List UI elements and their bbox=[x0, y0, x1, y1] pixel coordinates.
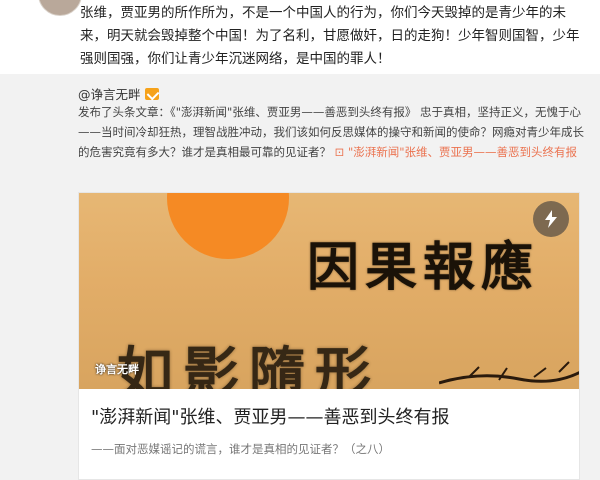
author-name[interactable]: @诤言无畔 bbox=[78, 84, 141, 103]
lightning-icon bbox=[545, 210, 557, 228]
branch-decoration bbox=[439, 361, 579, 385]
article-card[interactable]: 因果報應 如影隨形 诤言无畔 "澎湃新闻"张维、贾亚男——善恶到头终有报 ——面… bbox=[78, 192, 580, 480]
article-title[interactable]: "澎湃新闻"张维、贾亚男——善恶到头终有报 bbox=[91, 403, 571, 429]
sun-shape bbox=[167, 193, 289, 259]
comment-text: 张维，贾亚男的所作所为，不是一个中国人的行为，你们今天毁掉的是青少年的未来，明天… bbox=[80, 5, 580, 67]
comment-block: 张维，贾亚男的所作所为，不是一个中国人的行为，你们今天毁掉的是青少年的未来，明天… bbox=[0, 0, 600, 74]
article-link[interactable]: "澎湃新闻"张维、贾亚男——善恶到头终有报 bbox=[348, 145, 577, 159]
verified-badge-icon bbox=[144, 87, 159, 100]
share-lightning-button[interactable] bbox=[533, 201, 569, 237]
image-watermark: 诤言无畔 bbox=[95, 363, 139, 376]
banner-calligraphy-subtitle: 如影隨形 bbox=[117, 341, 381, 389]
repost-author[interactable]: @诤言无畔 bbox=[78, 84, 159, 103]
article-banner-image[interactable]: 因果報應 如影隨形 诤言无畔 bbox=[79, 193, 579, 389]
banner-calligraphy-title: 因果報應 bbox=[307, 237, 540, 298]
repost-description: 发布了头条文章：《"澎湃新闻"张维、贾亚男——善恶到头终有报》 忠于真相，坚持正… bbox=[78, 102, 584, 162]
article-subtitle: ——面对恶媒谣记的谎言，谁才是真相的见证者？（之八） bbox=[91, 442, 390, 456]
avatar[interactable] bbox=[38, 0, 82, 16]
link-icon[interactable]: ⊡ bbox=[335, 145, 345, 159]
repost-block: @诤言无畔 发布了头条文章：《"澎湃新闻"张维、贾亚男——善恶到头终有报》 忠于… bbox=[0, 74, 600, 480]
